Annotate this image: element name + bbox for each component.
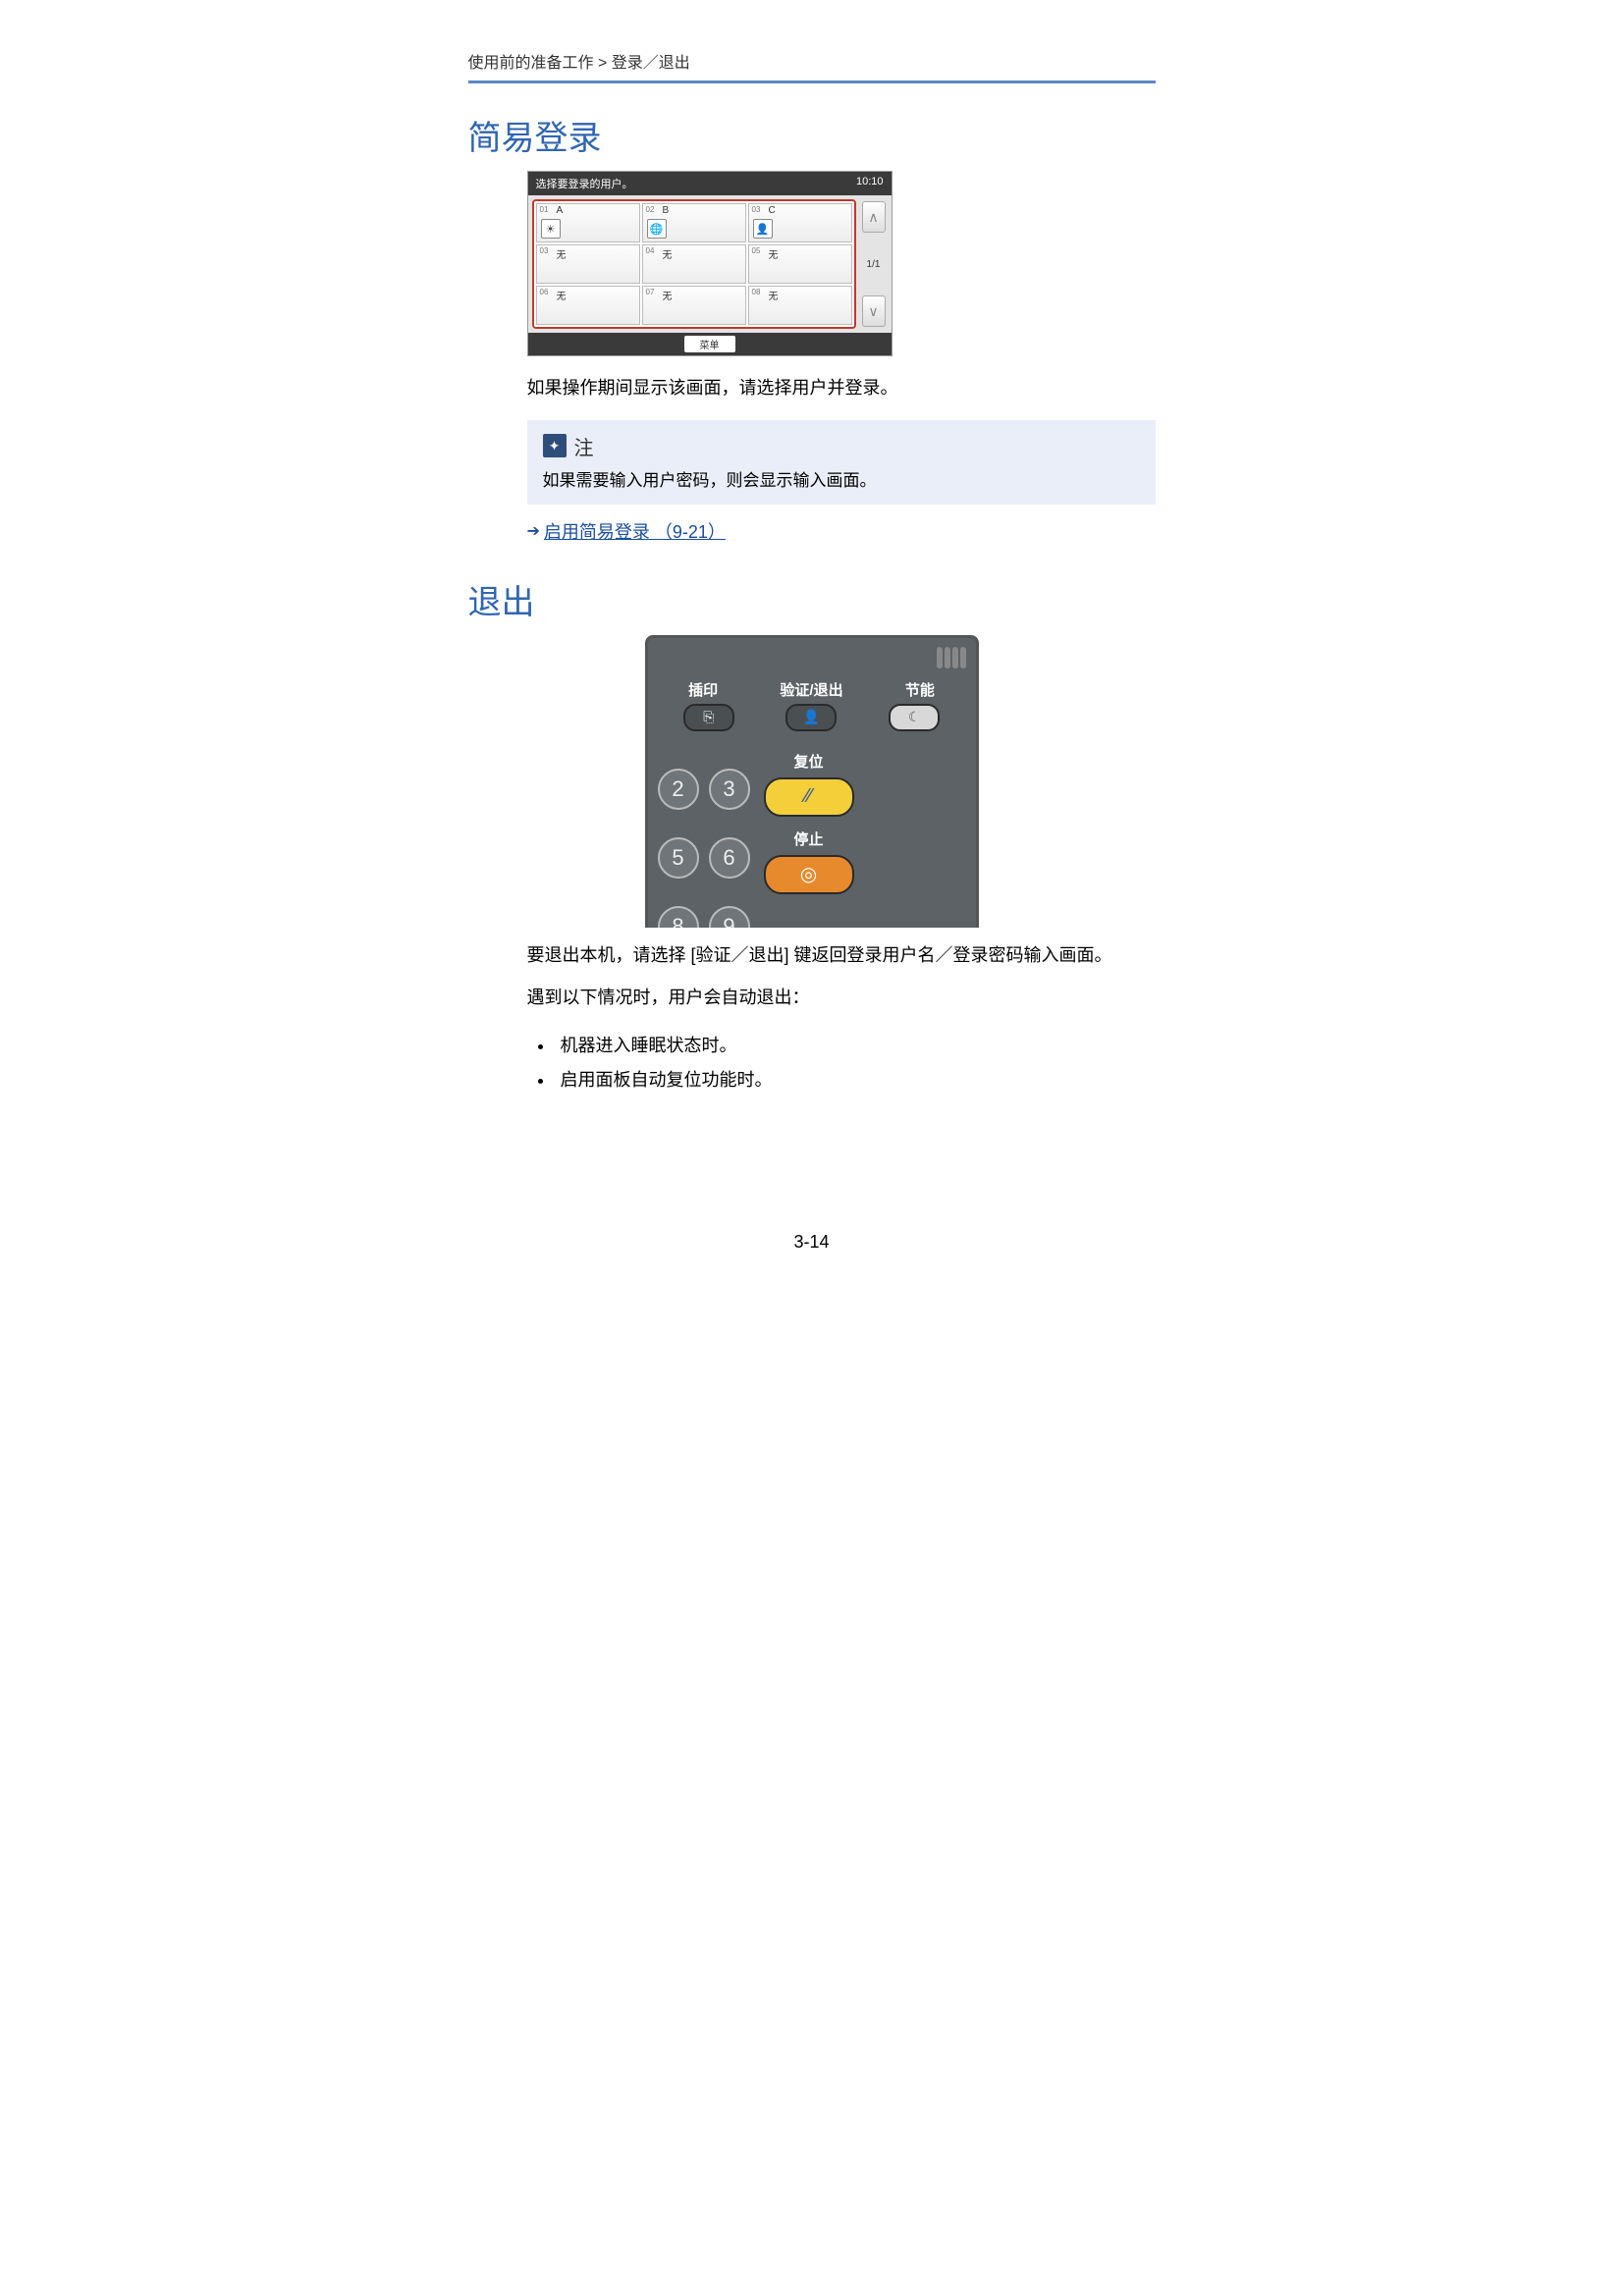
user-cell[interactable]: 04 无 (642, 244, 746, 284)
scroll-down-button[interactable]: ∨ (862, 295, 886, 327)
section2-para1: 要退出本机，请选择 [验证／退出] 键返回登录用户名／登录密码输入画面。 (527, 941, 1156, 970)
user-cell[interactable]: 05 无 (748, 244, 852, 284)
link-arrow-icon: ➔ (527, 521, 540, 541)
control-panel-figure: 插印 验证/退出 节能 ⎘ 👤 ☾ 2 3 5 6 (645, 635, 979, 928)
header-rule (468, 80, 1156, 83)
scroll-up-button[interactable]: ∧ (862, 201, 886, 233)
user-cell[interactable]: 01 A ☀ (536, 203, 640, 242)
numkey-8[interactable]: 8 (658, 906, 699, 928)
user-cell[interactable]: 07 无 (642, 286, 746, 325)
list-item: 机器进入睡眠状态时。 (555, 1029, 1156, 1062)
page-number: 3-14 (390, 1232, 1234, 1253)
user-cell[interactable]: 03 无 (536, 244, 640, 284)
note-title: 注 (574, 432, 594, 460)
person-icon: 👤 (753, 219, 773, 239)
numkey-9[interactable]: 9 (709, 906, 750, 928)
user-cell[interactable]: 03 C 👤 (748, 203, 852, 242)
user-cell[interactable]: 02 B 🌐 (642, 203, 746, 242)
panel-clock: 10:10 (856, 176, 884, 191)
stop-key[interactable]: ◎ (764, 855, 854, 894)
section2-para2: 遇到以下情况时，用户会自动退出： (527, 984, 1156, 1012)
page-indicator: 1/1 (867, 259, 881, 270)
globe-icon: 🌐 (647, 219, 667, 239)
section-title-logout: 退出 (468, 575, 1156, 623)
user-cell[interactable]: 08 无 (748, 286, 852, 325)
breadcrumb: 使用前的准备工作 > 登录／退出 (468, 49, 1156, 73)
menu-button[interactable]: 菜单 (684, 336, 735, 352)
interrupt-label: 插印 (688, 679, 718, 700)
note-box: ✦ 注 如果需要输入用户密码，则会显示输入画面。 (527, 420, 1156, 505)
auth-logout-key[interactable]: 👤 (785, 704, 837, 731)
auto-logout-list: 机器进入睡眠状态时。 启用面板自动复位功能时。 (527, 1029, 1156, 1095)
numkey-5[interactable]: 5 (658, 837, 699, 879)
section-title-simple-login: 简易登录 (468, 111, 1156, 159)
panel-header-text: 选择要登录的用户。 (536, 176, 633, 191)
stop-label: 停止 (793, 828, 823, 849)
energy-label: 节能 (905, 679, 935, 700)
auth-logout-label: 验证/退出 (780, 679, 842, 700)
user-grid-highlight: 01 A ☀ 02 B 🌐 03 C 👤 (532, 199, 856, 329)
sun-icon: ☀ (541, 219, 561, 239)
enable-simple-login-link[interactable]: 启用简易登录 （9-21） (544, 518, 726, 544)
numkey-2[interactable]: 2 (658, 769, 699, 810)
energy-key[interactable]: ☾ (889, 704, 940, 731)
section1-para1: 如果操作期间显示该画面，请选择用户并登录。 (527, 374, 1156, 402)
user-cell[interactable]: 06 无 (536, 286, 640, 325)
note-body: 如果需要输入用户密码，则会显示输入画面。 (543, 466, 1140, 491)
reset-label: 复位 (793, 751, 823, 772)
list-item: 启用面板自动复位功能时。 (555, 1063, 1156, 1096)
touch-panel-figure: 选择要登录的用户。 10:10 01 A ☀ 02 B 🌐 (527, 171, 893, 356)
numkey-6[interactable]: 6 (709, 837, 750, 879)
interrupt-key[interactable]: ⎘ (683, 704, 734, 731)
note-icon: ✦ (543, 434, 567, 457)
reset-key[interactable]: ⁄⁄ (764, 777, 854, 817)
panel-ridges-icon (937, 647, 966, 668)
numkey-3[interactable]: 3 (709, 769, 750, 810)
